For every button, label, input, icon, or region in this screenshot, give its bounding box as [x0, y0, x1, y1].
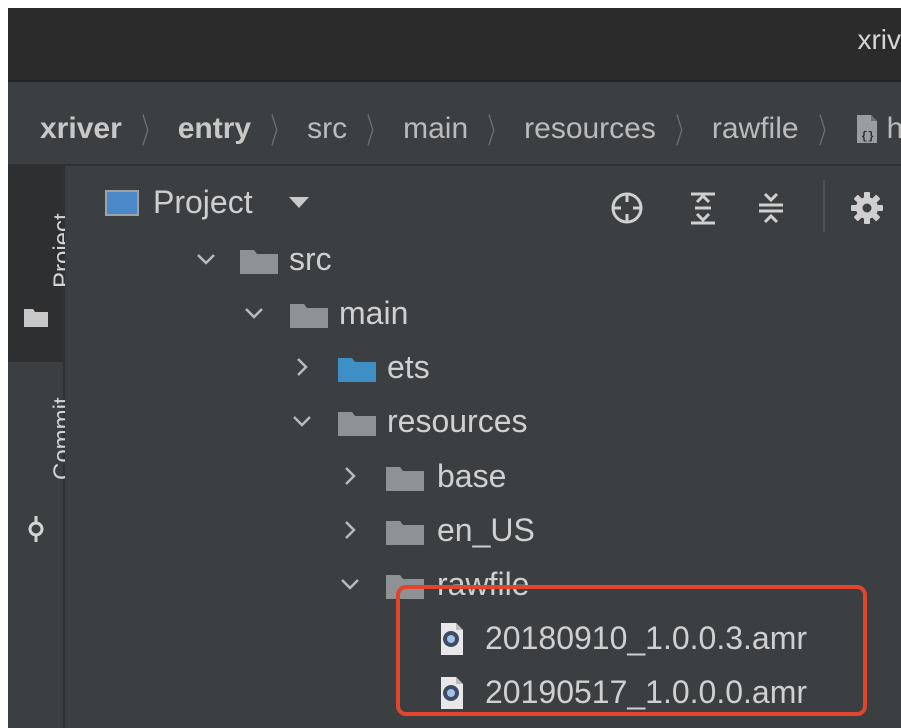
tree-item-main[interactable]: main	[65, 289, 901, 343]
chevron-down-icon[interactable]	[339, 573, 361, 595]
expand-all-icon[interactable]	[685, 190, 721, 226]
folder-icon	[386, 521, 424, 545]
chevron-down-icon[interactable]	[243, 302, 265, 324]
breadcrumb-main[interactable]: main	[403, 112, 468, 146]
tree-item-label: resources	[387, 403, 528, 439]
commit-icon	[28, 516, 44, 542]
breadcrumb-separator: 〉	[270, 113, 288, 151]
tree-item-label: ets	[387, 349, 430, 385]
breadcrumb-separator: 〉	[366, 113, 384, 151]
breadcrumb-rawfile[interactable]: rawfile	[712, 112, 799, 146]
tree-item-en-us[interactable]: en_US	[65, 506, 901, 560]
collapse-all-icon[interactable]	[753, 190, 789, 226]
folder-icon	[386, 467, 424, 491]
tree-item-src[interactable]: src	[65, 235, 901, 289]
folder-icon	[240, 250, 278, 274]
chevron-right-icon[interactable]	[339, 465, 361, 487]
chevron-down-icon[interactable]	[195, 248, 217, 270]
folder-icon	[24, 309, 48, 327]
tree-item-label: en_US	[437, 512, 535, 548]
breadcrumb-separator: 〉	[818, 113, 836, 151]
tree-item-label: src	[289, 241, 332, 277]
breadcrumb-separator: 〉	[675, 113, 693, 151]
breadcrumb-xriver[interactable]: xriver	[40, 112, 122, 146]
breadcrumb-h5[interactable]: h5	[887, 112, 901, 146]
project-view-selector[interactable]: Project	[105, 184, 309, 221]
xml-file-icon: {}	[855, 113, 881, 145]
breadcrumb-separator: 〉	[141, 113, 159, 151]
tree-item-label: main	[339, 295, 409, 331]
chevron-right-icon[interactable]	[339, 519, 361, 541]
project-view-label: Project	[153, 184, 253, 220]
navigation-bar: xriver 〉 entry 〉 src 〉 main 〉 resources …	[8, 82, 901, 166]
window-title: xriv	[857, 24, 901, 55]
chevron-right-icon[interactable]	[291, 356, 313, 378]
tree-item-ets[interactable]: ets	[65, 343, 901, 397]
breadcrumb-resources[interactable]: resources	[524, 112, 656, 146]
chevron-down-icon[interactable]	[291, 410, 313, 432]
folder-icon	[338, 358, 376, 382]
breadcrumb-src[interactable]: src	[307, 112, 347, 146]
tab-project[interactable]: Project	[8, 166, 76, 362]
svg-text:{}: {}	[861, 131, 874, 143]
breadcrumb: xriver 〉 entry 〉 src 〉 main 〉 resources …	[40, 104, 901, 153]
tree-item-base[interactable]: base	[65, 452, 901, 506]
folder-icon	[290, 304, 328, 328]
tree-item-label: base	[437, 458, 507, 494]
breadcrumb-separator: 〉	[487, 113, 505, 151]
highlight-box	[396, 585, 867, 716]
tool-window-strip: Project Commit	[8, 166, 76, 728]
title-bar: xriv	[8, 8, 901, 82]
toolbar-divider	[823, 180, 825, 232]
chevron-down-icon	[288, 197, 309, 208]
gear-icon[interactable]	[849, 190, 885, 226]
tree-item-resources[interactable]: resources	[65, 397, 901, 451]
locate-icon[interactable]	[609, 190, 645, 226]
tab-commit[interactable]: Commit	[8, 362, 76, 562]
project-view-icon	[105, 189, 139, 216]
breadcrumb-entry[interactable]: entry	[178, 112, 251, 146]
folder-icon	[338, 412, 376, 436]
